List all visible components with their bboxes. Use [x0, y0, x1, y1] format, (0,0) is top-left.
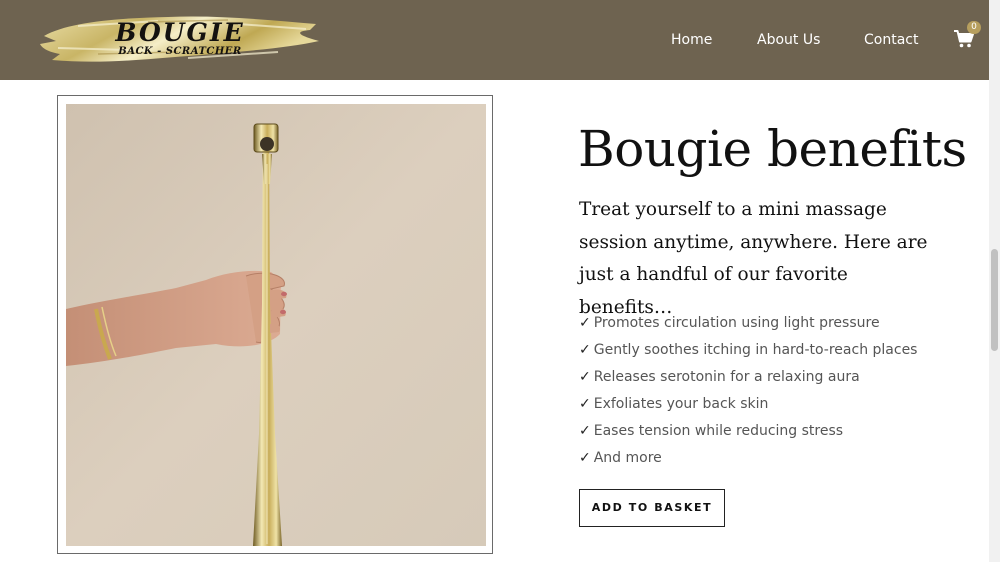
benefits-list: ✓ Promotes circulation using light pressu… — [579, 313, 917, 475]
product-photo — [66, 104, 486, 546]
nav-about-us-link[interactable]: About Us — [757, 31, 820, 49]
benefit-text: Gently soothes itching in hard-to-reach … — [593, 342, 918, 358]
nav-contact-link[interactable]: Contact — [864, 31, 918, 49]
check-icon: ✓ — [579, 342, 591, 358]
check-icon: ✓ — [579, 423, 591, 439]
cart-count-badge: 0 — [967, 21, 981, 34]
check-icon: ✓ — [579, 396, 591, 412]
brand-logo[interactable]: BOUGIE BACK - SCRATCHER — [38, 8, 322, 70]
page-title: Bougie benefits — [578, 120, 967, 178]
list-item: ✓ Eases tension while reducing stress — [579, 421, 917, 448]
check-icon: ✓ — [579, 315, 591, 331]
scrollbar-thumb[interactable] — [991, 249, 998, 351]
list-item: ✓ Gently soothes itching in hard-to-reach… — [579, 340, 917, 367]
nav-home-link[interactable]: Home — [671, 31, 712, 49]
list-item: ✓ And more — [579, 448, 917, 475]
list-item: ✓ Releases serotonin for a relaxing aura — [579, 367, 917, 394]
benefit-text: Eases tension while reducing stress — [593, 423, 844, 439]
benefit-text: Exfoliates your back skin — [593, 396, 769, 412]
logo-subtitle: BACK - SCRATCHER — [118, 46, 242, 57]
list-item: ✓ Exfoliates your back skin — [579, 394, 917, 421]
check-icon: ✓ — [579, 450, 591, 466]
benefit-text: Promotes circulation using light pressur… — [593, 315, 880, 331]
list-item: ✓ Promotes circulation using light pressu… — [579, 313, 917, 340]
benefit-text: And more — [593, 450, 662, 466]
add-to-basket-button[interactable]: ADD TO BASKET — [579, 489, 725, 527]
benefit-text: Releases serotonin for a relaxing aura — [593, 369, 860, 385]
check-icon: ✓ — [579, 369, 591, 385]
intro-text: Treat yourself to a mini massage session… — [579, 199, 928, 318]
site-header: BOUGIE BACK - SCRATCHER Home About Us Co… — [0, 0, 989, 80]
logo-title: BOUGIE — [115, 18, 245, 47]
